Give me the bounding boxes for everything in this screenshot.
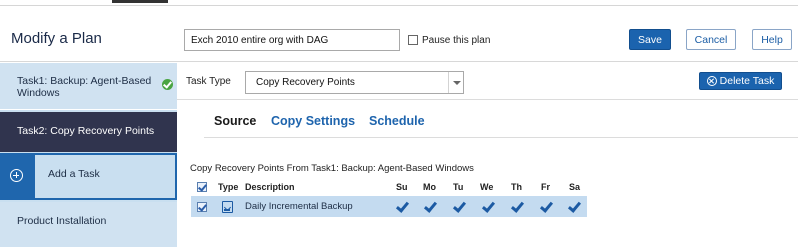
type-cell [222,196,233,217]
column-header-type: Type [218,181,239,192]
day-we-cell [481,196,495,217]
row-checkbox[interactable] [197,201,207,212]
row-checkbox-cell [197,196,207,217]
grid-header-row: Type Description Su Mo Tu We Th Fr Sa [191,177,587,196]
plan-header: Modify a Plan Pause this plan Save Cance… [0,14,798,62]
delete-task-button[interactable]: Delete Task [699,72,782,90]
checkmark-icon [452,200,466,214]
column-header-fr: Fr [541,181,550,192]
pause-label: Pause this plan [422,34,491,46]
pause-plan-toggle[interactable]: Pause this plan [408,33,490,47]
sidebar-item-label: Task2: Copy Recovery Points [17,125,155,137]
page-title: Modify a Plan [11,30,102,47]
checkmark-icon [481,200,495,214]
day-th-cell [510,196,524,217]
pause-checkbox[interactable] [408,35,418,45]
sidebar-item-label: Add a Task [48,168,100,180]
column-header-tu: Tu [453,181,464,192]
column-header-we: We [480,181,494,192]
cancel-button[interactable]: Cancel [686,29,736,50]
column-header-sa: Sa [569,181,581,192]
select-all-checkbox-cell [197,177,207,196]
checkmark-icon [567,200,581,214]
day-fr-cell [539,196,553,217]
table-row[interactable]: Daily Incremental Backup [191,196,587,217]
divider [177,99,798,100]
active-nav-indicator [112,0,168,3]
task-sidebar: Task1: Backup: Agent-Based Windows Task2… [0,63,177,247]
tab-copy-settings[interactable]: Copy Settings [271,114,355,128]
add-circle-icon [2,155,35,198]
check-circle-icon [162,79,173,90]
backup-type-icon [222,200,233,213]
checkmark-icon [423,200,437,214]
task-type-label: Task Type [186,76,231,87]
plan-name-input[interactable] [184,29,400,51]
sidebar-item-task1[interactable]: Task1: Backup: Agent-Based Windows [0,63,177,110]
sidebar-item-task2[interactable]: Task2: Copy Recovery Points [0,112,177,152]
grid-title: Copy Recovery Points From Task1: Backup:… [190,163,474,174]
day-mo-cell [423,196,437,217]
sidebar-item-label: Product Installation [17,215,107,227]
day-sa-cell [567,196,581,217]
column-header-mo: Mo [423,181,436,192]
delete-task-label: Delete Task [719,75,775,87]
help-button[interactable]: Help [752,29,792,50]
sidebar-item-label: Task1: Backup: Agent-Based Windows [17,75,152,99]
tab-schedule[interactable]: Schedule [369,114,425,128]
close-circle-icon [706,76,717,86]
checkmark-icon [539,200,553,214]
description-cell: Daily Incremental Backup [245,201,353,212]
tab-source[interactable]: Source [214,114,256,128]
task-type-select[interactable]: Copy Recovery Points [245,71,464,94]
select-all-checkbox[interactable] [197,181,207,192]
sidebar-item-product-installation[interactable]: Product Installation [0,202,177,247]
tabs-divider [204,137,798,138]
add-task-button[interactable]: Add a Task [0,153,177,200]
checkmark-icon [510,200,524,214]
checkmark-icon [395,200,409,214]
chevron-down-icon[interactable] [448,72,463,93]
column-header-th: Th [511,181,522,192]
task-type-value: Copy Recovery Points [256,77,355,88]
column-header-description: Description [245,181,295,192]
day-tu-cell [452,196,466,217]
save-button[interactable]: Save [629,29,671,50]
column-header-su: Su [396,181,408,192]
day-su-cell [395,196,409,217]
top-nav-strip [0,0,798,6]
